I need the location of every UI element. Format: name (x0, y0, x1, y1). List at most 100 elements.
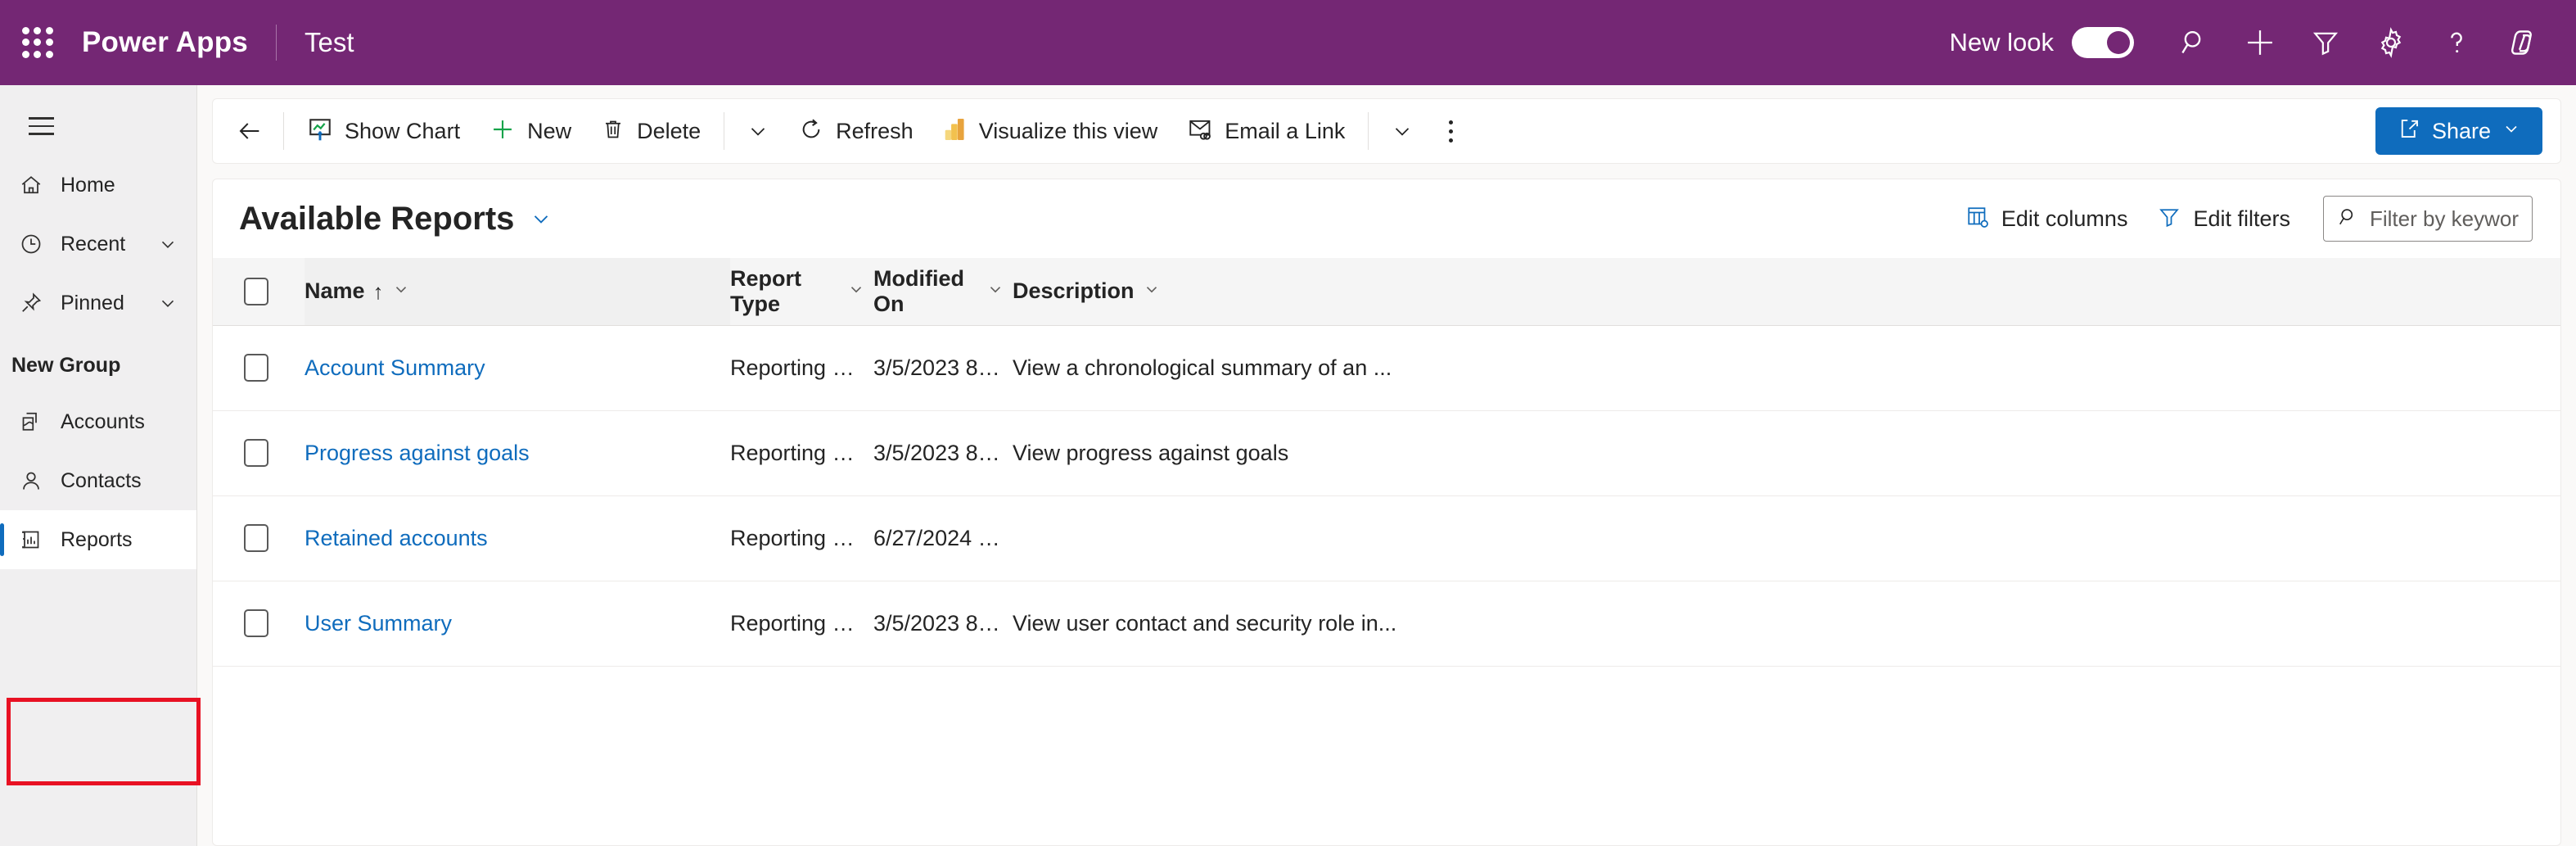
filter-icon[interactable] (2293, 10, 2358, 75)
more-commands-icon[interactable] (1428, 106, 1473, 156)
email-link-button[interactable]: Email a Link (1172, 106, 1360, 156)
cell-modified-on: 3/5/2023 8:58 ... (873, 581, 1013, 666)
sidebar-item-label: Pinned (61, 292, 124, 315)
cell-description: View user contact and security role in..… (1013, 581, 2560, 666)
environment-name[interactable]: Test (305, 27, 354, 58)
command-divider (1368, 112, 1369, 150)
search-box[interactable] (2323, 196, 2533, 242)
new-label: New (527, 119, 571, 144)
hamburger-menu-icon[interactable] (11, 97, 70, 156)
new-button[interactable]: New (475, 106, 586, 156)
chevron-down-icon[interactable] (847, 278, 865, 304)
cell-modified-on: 3/5/2023 8:58 ... (873, 325, 1013, 410)
table-row[interactable]: Retained accounts Reporting Se... 6/27/2… (213, 495, 2560, 581)
reports-grid: Name ↑ Report Type (213, 258, 2560, 667)
sidebar-item-accounts[interactable]: Accounts (0, 392, 196, 451)
column-header-modified-on[interactable]: Modified On (873, 258, 1013, 325)
column-header-description[interactable]: Description (1013, 258, 2560, 325)
sidebar-item-contacts[interactable]: Contacts (0, 451, 196, 510)
cell-modified-on: 3/5/2023 8:58 ... (873, 410, 1013, 495)
report-name-link[interactable]: User Summary (305, 611, 452, 636)
cell-name: Progress against goals (305, 410, 730, 495)
email-link-icon (1187, 117, 1213, 146)
sidebar-item-label: Contacts (61, 469, 142, 493)
share-button[interactable]: Share (2375, 107, 2542, 155)
app-body: Home Recent Pinned (0, 85, 2576, 846)
page-title[interactable]: Available Reports (239, 201, 514, 238)
row-checkbox[interactable] (244, 609, 268, 637)
row-checkbox[interactable] (244, 524, 268, 552)
delete-button[interactable]: Delete (586, 106, 715, 156)
cell-description (1013, 495, 2560, 581)
cell-report-type: Reporting Se... (730, 410, 873, 495)
report-name-link[interactable]: Account Summary (305, 355, 485, 380)
report-name-link[interactable]: Retained accounts (305, 526, 488, 550)
chevron-down-icon[interactable] (1377, 106, 1428, 156)
clock-icon (13, 232, 49, 256)
chevron-down-icon[interactable] (986, 278, 1004, 304)
table-row[interactable]: Progress against goals Reporting Se... 3… (213, 410, 2560, 495)
gear-icon[interactable] (2358, 10, 2424, 75)
search-input[interactable] (2370, 206, 2519, 232)
chevron-down-icon[interactable] (733, 106, 783, 156)
chevron-down-icon[interactable] (157, 233, 178, 255)
search-icon[interactable] (2162, 10, 2227, 75)
table-row[interactable]: User Summary Reporting Se... 3/5/2023 8:… (213, 581, 2560, 666)
grid-body: Account Summary Reporting Se... 3/5/2023… (213, 325, 2560, 666)
back-button[interactable] (224, 106, 275, 156)
sidebar-item-pinned[interactable]: Pinned (0, 274, 196, 333)
power-apps-logo-icon[interactable] (2489, 10, 2555, 75)
row-select-cell (213, 495, 305, 581)
power-bi-icon (943, 116, 968, 147)
brand-title[interactable]: Power Apps (82, 26, 248, 59)
select-all-checkbox[interactable] (244, 278, 268, 305)
edit-columns-label: Edit columns (2001, 206, 2128, 232)
edit-filters-button[interactable]: Edit filters (2142, 196, 2305, 242)
home-icon (13, 173, 49, 197)
row-select-cell (213, 410, 305, 495)
cell-name: User Summary (305, 581, 730, 666)
cell-description: View a chronological summary of an ... (1013, 325, 2560, 410)
show-chart-icon (307, 116, 333, 147)
sidebar-item-recent[interactable]: Recent (0, 215, 196, 274)
help-icon[interactable] (2424, 10, 2489, 75)
row-checkbox[interactable] (244, 354, 268, 382)
sidebar: Home Recent Pinned (0, 85, 197, 846)
search-icon (2337, 206, 2360, 233)
reports-highlight-box (7, 698, 201, 785)
cell-report-type: Reporting Se... (730, 581, 873, 666)
contact-person-icon (13, 468, 49, 493)
refresh-button[interactable]: Refresh (783, 106, 928, 156)
column-header-report-type[interactable]: Report Type (730, 258, 873, 325)
show-chart-label: Show Chart (345, 119, 460, 144)
show-chart-button[interactable]: Show Chart (292, 106, 475, 156)
sidebar-item-reports[interactable]: Reports (0, 510, 196, 569)
table-row[interactable]: Account Summary Reporting Se... 3/5/2023… (213, 325, 2560, 410)
grid-header-row: Name ↑ Report Type (213, 258, 2560, 325)
edit-columns-button[interactable]: Edit columns (1951, 196, 2143, 242)
column-label: Description (1013, 278, 1135, 304)
sidebar-item-label: Accounts (61, 410, 145, 434)
cell-report-type: Reporting Se... (730, 325, 873, 410)
plus-icon[interactable] (2227, 10, 2293, 75)
email-link-label: Email a Link (1225, 119, 1345, 144)
row-select-cell (213, 325, 305, 410)
command-bar: Show Chart New Delete (212, 98, 2561, 164)
visualize-view-button[interactable]: Visualize this view (928, 106, 1173, 156)
column-header-name[interactable]: Name ↑ (305, 258, 730, 325)
chevron-down-icon[interactable] (392, 278, 410, 304)
new-look-toggle[interactable] (2072, 27, 2134, 58)
header-actions: New look (1950, 10, 2556, 75)
cell-modified-on: 6/27/2024 12:4... (873, 495, 1013, 581)
new-look-label: New look (1950, 28, 2055, 57)
row-checkbox[interactable] (244, 439, 268, 467)
report-name-link[interactable]: Progress against goals (305, 441, 530, 465)
main-content: Show Chart New Delete (197, 85, 2576, 846)
chevron-down-icon[interactable] (157, 292, 178, 314)
chevron-down-icon[interactable] (1143, 278, 1161, 304)
sidebar-item-home[interactable]: Home (0, 156, 196, 215)
sidebar-item-label: Reports (61, 528, 133, 552)
chevron-down-icon[interactable] (529, 206, 553, 231)
refresh-label: Refresh (836, 119, 914, 144)
app-launcher-icon[interactable] (15, 20, 61, 66)
